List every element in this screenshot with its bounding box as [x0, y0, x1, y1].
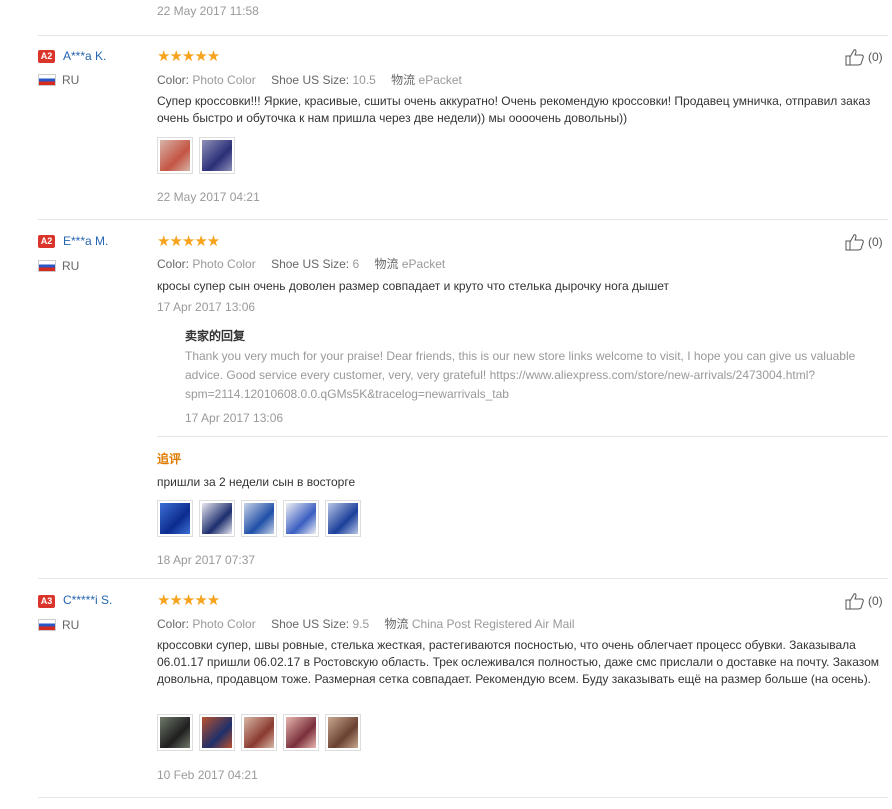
thumbs-up-icon — [845, 593, 864, 610]
followup-label: 追评 — [157, 452, 182, 466]
buyer-level-badge: A2 — [38, 50, 55, 63]
buyer-level-badge: A2 — [38, 235, 55, 248]
seller-reply-text: Thank you very much for your praise! Dea… — [185, 349, 856, 401]
buyer-name: E***a M. — [63, 234, 109, 248]
seller-reply-date: 17 Apr 2017 13:06 — [185, 411, 284, 425]
review-image-thumbnail[interactable] — [283, 714, 319, 751]
review-image-thumbnail[interactable] — [199, 500, 235, 537]
thumbs-up-icon — [845, 234, 864, 251]
review-image-thumbnail[interactable] — [157, 137, 193, 174]
rating-stars: ★★★★★ — [157, 233, 220, 250]
russia-flag-icon — [38, 74, 56, 86]
seller-reply-title: 卖家的回复 — [185, 329, 246, 343]
helpful-button[interactable]: (0) — [845, 592, 883, 610]
review-images — [157, 714, 361, 751]
review-image-thumbnail[interactable] — [283, 500, 319, 537]
order-attributes: Color: Photo Color Shoe US Size: 10.5 物流… — [157, 73, 462, 87]
order-attributes: Color: Photo Color Shoe US Size: 9.5 物流 … — [157, 617, 575, 631]
russia-flag-icon — [38, 619, 56, 631]
review-image-thumbnail[interactable] — [241, 500, 277, 537]
review-text: Супер кроссовки!!! Яркие, красивые, сшит… — [157, 94, 871, 125]
buyer-name: C*****i S. — [63, 593, 113, 607]
review-images — [157, 137, 235, 174]
helpful-button[interactable]: (0) — [845, 48, 883, 66]
buyer-country: RU — [62, 618, 80, 632]
review-image-thumbnail[interactable] — [199, 137, 235, 174]
buyer-name: A***a K. — [63, 49, 107, 63]
separator — [38, 797, 888, 798]
review-image-thumbnail[interactable] — [157, 714, 193, 751]
review-date: 10 Feb 2017 04:21 — [157, 768, 258, 782]
followup-text: пришли за 2 недели сын в восторге — [157, 475, 356, 489]
review-image-thumbnail[interactable] — [157, 500, 193, 537]
helpful-count: (0) — [868, 594, 883, 608]
review-image-thumbnail[interactable] — [241, 714, 277, 751]
russia-flag-icon — [38, 260, 56, 272]
order-attributes: Color: Photo Color Shoe US Size: 6 物流 eP… — [157, 257, 446, 271]
buyer-country: RU — [62, 259, 80, 273]
separator — [38, 219, 888, 220]
rating-stars: ★★★★★ — [157, 592, 220, 609]
separator — [38, 35, 888, 36]
thumbs-up-icon — [845, 49, 864, 66]
review-text: кроссовки супер, швы ровные, стелька жес… — [157, 638, 880, 686]
followup-date: 18 Apr 2017 07:37 — [157, 553, 256, 567]
review-text: кросы супер сын очень доволен размер сов… — [157, 279, 669, 293]
helpful-button[interactable]: (0) — [845, 233, 883, 251]
review-image-thumbnail[interactable] — [325, 714, 361, 751]
separator — [38, 578, 888, 579]
review-image-thumbnail[interactable] — [199, 714, 235, 751]
buyer-level-badge: A3 — [38, 595, 55, 608]
helpful-count: (0) — [868, 50, 883, 64]
helpful-count: (0) — [868, 235, 883, 249]
rating-stars: ★★★★★ — [157, 48, 220, 65]
top-review-date: 22 May 2017 11:58 — [157, 4, 259, 18]
review-date: 17 Apr 2017 13:06 — [157, 300, 256, 314]
followup-images — [157, 500, 361, 537]
buyer-country: RU — [62, 73, 80, 87]
review-date: 22 May 2017 04:21 — [157, 190, 260, 204]
separator — [157, 436, 888, 437]
review-image-thumbnail[interactable] — [325, 500, 361, 537]
